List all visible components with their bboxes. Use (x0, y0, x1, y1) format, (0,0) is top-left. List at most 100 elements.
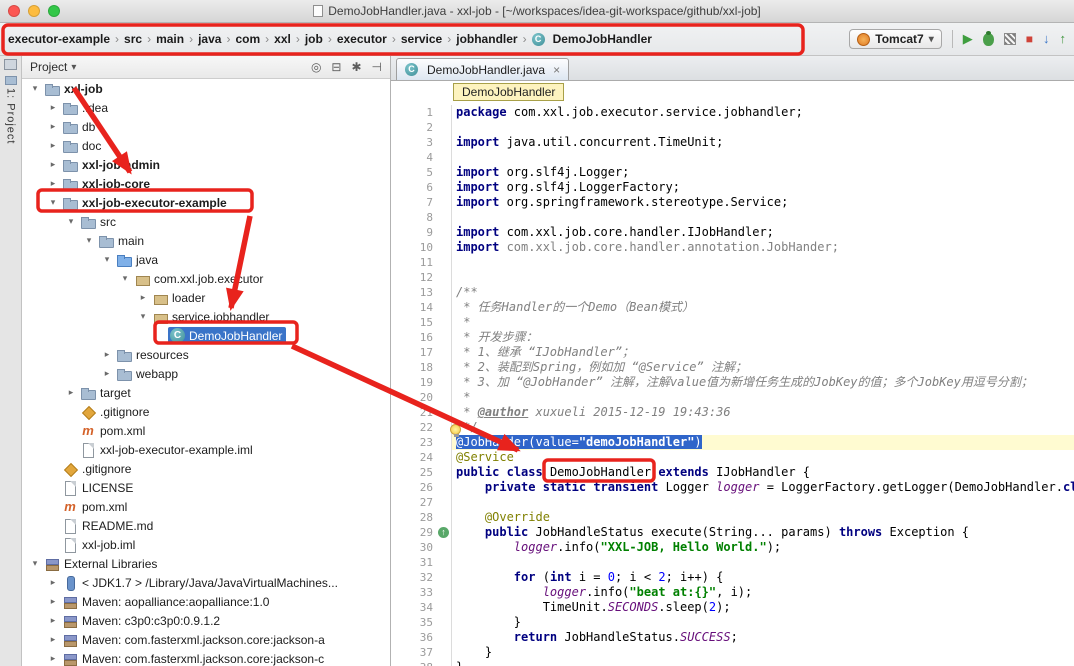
code-line[interactable]: 21 * @author xuxueli 2015-12-19 19:43:36 (391, 405, 1074, 420)
tree-item-license[interactable]: LICENSE (22, 478, 390, 497)
tree-item-src[interactable]: ▾src (22, 212, 390, 231)
collapsed-arrow-icon[interactable]: ▸ (64, 387, 78, 398)
code-line[interactable]: 37 } (391, 645, 1074, 660)
tree-item-doc[interactable]: ▸doc (22, 136, 390, 155)
code-line[interactable]: 38} (391, 660, 1074, 666)
code-line[interactable]: 32 for (int i = 0; i < 2; i++) { (391, 570, 1074, 585)
stop-button[interactable]: ■ (1026, 32, 1033, 46)
tree-item-maven-com-fasterxml-jackson-core-jackson-c[interactable]: ▸Maven: com.fasterxml.jackson.core:jacks… (22, 649, 390, 666)
collapsed-arrow-icon[interactable]: ▸ (46, 634, 60, 645)
tree-item-xxl-job-core[interactable]: ▸xxl-job-core (22, 174, 390, 193)
collapsed-arrow-icon[interactable]: ▸ (46, 596, 60, 607)
breadcrumb-item-class[interactable]: CDemoJobHandler (530, 32, 654, 46)
zoom-window-button[interactable] (48, 5, 60, 17)
code-line[interactable]: 25public class DemoJobHandler extends IJ… (391, 465, 1074, 480)
breadcrumb-item[interactable]: executor-example (6, 32, 112, 46)
tree-item-java[interactable]: ▾java (22, 250, 390, 269)
locate-icon[interactable]: ◎ (311, 60, 321, 74)
tree-item-xxl-job-executor-example-iml[interactable]: xxl-job-executor-example.iml (22, 440, 390, 459)
tree-item-xxl-job-iml[interactable]: xxl-job.iml (22, 535, 390, 554)
minimize-window-button[interactable] (28, 5, 40, 17)
collapsed-arrow-icon[interactable]: ▸ (46, 159, 60, 170)
breadcrumb-item[interactable]: executor (335, 32, 389, 46)
breadcrumb-item[interactable]: job (303, 32, 325, 46)
code-line[interactable]: 22 */ (391, 420, 1074, 435)
collapsed-arrow-icon[interactable]: ▸ (100, 349, 114, 360)
code-line[interactable]: 31 (391, 555, 1074, 570)
code-line[interactable]: 2 (391, 120, 1074, 135)
code-line[interactable]: 14 * 任务Handler的一个Demo（Bean模式） (391, 300, 1074, 315)
tree-item-external-libraries[interactable]: ▾External Libraries (22, 554, 390, 573)
collapsed-arrow-icon[interactable]: ▸ (46, 140, 60, 151)
tree-item-xxl-job-admin[interactable]: ▸xxl-job-admin (22, 155, 390, 174)
project-tool-button[interactable]: 1: Project (5, 76, 17, 144)
tree-item-xxl-job[interactable]: ▾xxl-job (22, 79, 390, 98)
tree-item-main[interactable]: ▾main (22, 231, 390, 250)
breadcrumb-item[interactable]: main (154, 32, 186, 46)
expanded-arrow-icon[interactable]: ▾ (118, 273, 132, 284)
breadcrumb-item[interactable]: xxl (272, 32, 293, 46)
tree-item-target[interactable]: ▸target (22, 383, 390, 402)
code-line[interactable]: 28 @Override (391, 510, 1074, 525)
code-line[interactable]: 5import org.slf4j.Logger; (391, 165, 1074, 180)
tree-item-jdk1-7-library-java-javavirtualmachines[interactable]: ▸< JDK1.7 > /Library/Java/JavaVirtualMac… (22, 573, 390, 592)
run-config-selector[interactable]: Tomcat7 ▾ (849, 29, 942, 49)
code-line[interactable]: 19 * 3、加 “@JobHander” 注解，注解value值为新增任务生成… (391, 375, 1074, 390)
tree-item-gitignore[interactable]: .gitignore (22, 402, 390, 421)
expanded-arrow-icon[interactable]: ▾ (28, 83, 42, 94)
collapsed-arrow-icon[interactable]: ▸ (100, 368, 114, 379)
code-line[interactable]: 33 logger.info("beat at:{}", i); (391, 585, 1074, 600)
code-line[interactable]: 20 * (391, 390, 1074, 405)
breadcrumb-item[interactable]: java (196, 32, 223, 46)
collapsed-arrow-icon[interactable]: ▸ (46, 121, 60, 132)
tree-item-webapp[interactable]: ▸webapp (22, 364, 390, 383)
code-line[interactable]: 8 (391, 210, 1074, 225)
collapsed-arrow-icon[interactable]: ▸ (46, 102, 60, 113)
code-line[interactable]: 36 return JobHandleStatus.SUCCESS; (391, 630, 1074, 645)
hide-panel-icon[interactable]: ⊣ (372, 60, 382, 74)
code-line[interactable]: 27 (391, 495, 1074, 510)
code-line[interactable]: 34 TimeUnit.SECONDS.sleep(2); (391, 600, 1074, 615)
coverage-grid-icon[interactable] (1004, 33, 1016, 45)
breadcrumb-item[interactable]: service (399, 32, 444, 46)
tree-item-service-jobhandler[interactable]: ▾service.jobhandler (22, 307, 390, 326)
code-line[interactable]: 9import com.xxl.job.core.handler.IJobHan… (391, 225, 1074, 240)
breadcrumb-item[interactable]: jobhandler (454, 32, 519, 46)
code-line[interactable]: 7import org.springframework.stereotype.S… (391, 195, 1074, 210)
tree-item-loader[interactable]: ▸loader (22, 288, 390, 307)
tree-item-xxl-job-executor-example[interactable]: ▾xxl-job-executor-example (22, 193, 390, 212)
tree-item-idea[interactable]: ▸.idea (22, 98, 390, 117)
collapsed-arrow-icon[interactable]: ▸ (136, 292, 150, 303)
expanded-arrow-icon[interactable]: ▾ (82, 235, 96, 246)
code-line[interactable]: 1package com.xxl.job.executor.service.jo… (391, 105, 1074, 120)
expanded-arrow-icon[interactable]: ▾ (28, 558, 42, 569)
code-line[interactable]: 29↑ public JobHandleStatus execute(Strin… (391, 525, 1074, 540)
code-line[interactable]: 6import org.slf4j.LoggerFactory; (391, 180, 1074, 195)
tree-item-maven-aopalliance-aopalliance-1-0[interactable]: ▸Maven: aopalliance:aopalliance:1.0 (22, 592, 390, 611)
debug-bug-icon[interactable] (983, 33, 994, 46)
code-line[interactable]: 35 } (391, 615, 1074, 630)
tree-item-resources[interactable]: ▸resources (22, 345, 390, 364)
code-area[interactable]: 1package com.xxl.job.executor.service.jo… (391, 103, 1074, 666)
expanded-arrow-icon[interactable]: ▾ (136, 311, 150, 322)
code-line[interactable]: 30 logger.info("XXL-JOB, Hello World."); (391, 540, 1074, 555)
code-line[interactable]: 17 * 1、继承 “IJobHandler”； (391, 345, 1074, 360)
code-line[interactable]: 24@Service (391, 450, 1074, 465)
collapsed-arrow-icon[interactable]: ▸ (46, 653, 60, 664)
tree-item-pom-xml[interactable]: mpom.xml (22, 497, 390, 516)
collapsed-arrow-icon[interactable]: ▸ (46, 178, 60, 189)
tree-item-com-xxl-job-executor[interactable]: ▾com.xxl.job.executor (22, 269, 390, 288)
breadcrumb-item[interactable]: src (122, 32, 144, 46)
code-line[interactable]: 13/** (391, 285, 1074, 300)
breadcrumb-item[interactable]: com (233, 32, 262, 46)
expanded-arrow-icon[interactable]: ▾ (64, 216, 78, 227)
vcs-update-icon[interactable]: ↓ (1043, 32, 1050, 46)
tab-demojobhandler[interactable]: C DemoJobHandler.java × (396, 58, 569, 80)
close-window-button[interactable] (8, 5, 20, 17)
vcs-commit-icon[interactable]: ↑ (1060, 32, 1067, 46)
code-line[interactable]: 16 * 开发步骤： (391, 330, 1074, 345)
code-line[interactable]: 11 (391, 255, 1074, 270)
expanded-arrow-icon[interactable]: ▾ (46, 197, 60, 208)
tree-item-gitignore[interactable]: .gitignore (22, 459, 390, 478)
tree-item-db[interactable]: ▸db (22, 117, 390, 136)
